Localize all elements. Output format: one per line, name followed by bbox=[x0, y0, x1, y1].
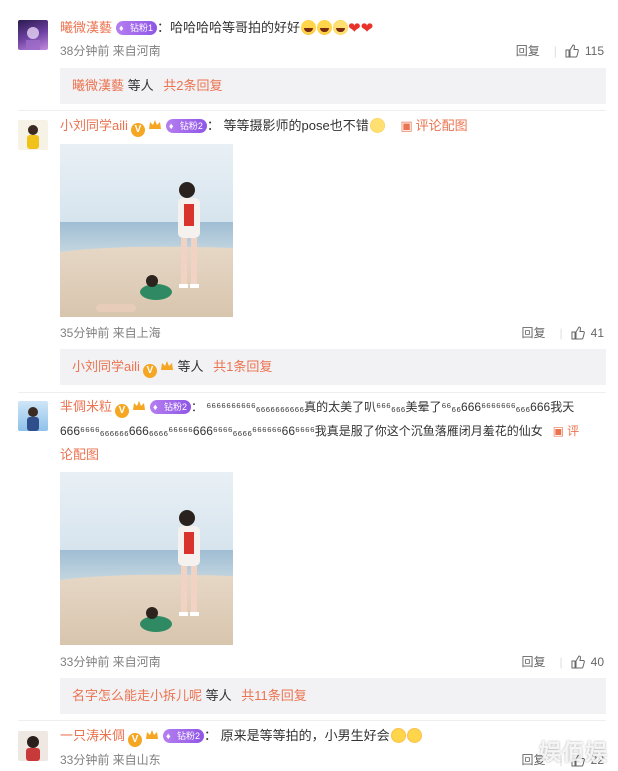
action-divider: | bbox=[553, 44, 557, 58]
like-icon[interactable] bbox=[571, 655, 585, 669]
heart-icon: ❤ bbox=[348, 20, 361, 37]
username-link[interactable]: 小刘同学aili bbox=[60, 118, 128, 133]
blush-emoji-icon bbox=[390, 728, 406, 743]
comment-photo[interactable] bbox=[60, 144, 233, 317]
sub-reply-user[interactable]: 小刘同学aili bbox=[72, 359, 140, 374]
sub-reply-more-link[interactable]: 共2条回复 bbox=[163, 78, 222, 93]
comment-image-link-continued[interactable]: 论配图 bbox=[60, 447, 99, 462]
comment-actions: 回复 | 41 bbox=[522, 324, 605, 341]
fan-badge[interactable]: 钻粉2 bbox=[150, 400, 192, 414]
comment-text-row: 曦微漢藝钻粉1：哈哈哈哈等哥拍的好好 ❤❤ bbox=[60, 19, 373, 38]
verified-v-icon: V bbox=[142, 364, 157, 378]
avatar-image bbox=[26, 736, 40, 761]
laugh-emoji-icon bbox=[301, 20, 317, 35]
comment-actions: 回复 | 115 bbox=[516, 42, 604, 59]
comment-image-link[interactable]: 评论配图 bbox=[416, 118, 468, 133]
beach-photo-image bbox=[60, 472, 233, 645]
comment-text: ： 等等摄影师的pose也不错 bbox=[206, 118, 369, 133]
avatar[interactable] bbox=[18, 20, 48, 50]
action-divider: | bbox=[559, 326, 563, 340]
heart-icon: ❤ bbox=[360, 20, 374, 37]
grin-emoji-icon bbox=[333, 20, 349, 35]
like-count: 115 bbox=[584, 44, 604, 58]
sub-reply-more-link[interactable]: 共1条回复 bbox=[213, 359, 272, 374]
divider bbox=[18, 110, 606, 111]
comment-image-link-row: 论配图 bbox=[60, 446, 99, 464]
comment-actions: 回复 | 40 bbox=[522, 653, 605, 670]
sub-reply-text: 等人 bbox=[202, 688, 236, 703]
sub-reply-box[interactable]: 曦微漢藝 等人 共2条回复 bbox=[60, 68, 606, 104]
reply-button[interactable]: 回复 bbox=[522, 655, 546, 669]
action-divider: | bbox=[559, 655, 563, 669]
comment-meta: 33分钟前 来自河南 bbox=[60, 655, 161, 669]
crown-icon bbox=[133, 401, 146, 410]
sub-reply-text: 等人 bbox=[124, 78, 158, 93]
reply-button[interactable]: 回复 bbox=[522, 326, 546, 340]
sub-reply-user[interactable]: 曦微漢藝 bbox=[72, 78, 124, 93]
crown-icon bbox=[160, 361, 173, 370]
like-icon[interactable] bbox=[571, 326, 585, 340]
verified-v-icon: V bbox=[130, 123, 145, 137]
sub-reply-user[interactable]: 名字怎么能走小拆儿呢 bbox=[72, 688, 202, 703]
picture-icon[interactable]: ▣ bbox=[400, 118, 412, 133]
avatar-image bbox=[27, 125, 39, 149]
avatar-image bbox=[27, 407, 39, 431]
crown-icon bbox=[148, 120, 161, 129]
comment-text-row: 一只涛米倜V 钻粉2： 原来是等等拍的，小男生好会 bbox=[60, 727, 422, 747]
sub-reply-text: 等人 bbox=[173, 359, 208, 374]
username-link[interactable]: 芈倜米粒 bbox=[60, 399, 112, 414]
verified-v-icon: V bbox=[115, 404, 130, 418]
username-link[interactable]: 曦微漢藝 bbox=[60, 20, 112, 35]
comment-text: ：哈哈哈哈等哥拍的好好 bbox=[157, 20, 301, 35]
comment-text: ： ⁶⁶⁶⁶⁶⁶⁶⁶⁶⁶₆₆₆₆₆₆₆₆₆₆真的太美了叭⁶⁶⁶₆₆₆美晕了⁶⁶₆… bbox=[191, 400, 575, 414]
sub-reply-more-link[interactable]: 共11条回复 bbox=[241, 688, 307, 703]
smug-emoji-icon bbox=[369, 118, 385, 133]
picture-icon[interactable]: ▣ bbox=[553, 424, 564, 438]
fan-badge[interactable]: 钻粉2 bbox=[163, 729, 205, 743]
laugh-emoji-icon bbox=[317, 20, 333, 35]
avatar-image bbox=[26, 27, 40, 50]
fan-badge[interactable]: 钻粉2 bbox=[165, 119, 207, 133]
comment-meta: 38分钟前 来自河南 bbox=[60, 44, 161, 58]
comment-meta: 33分钟前 来自山东 bbox=[60, 753, 161, 767]
fan-badge[interactable]: 钻粉1 bbox=[116, 21, 158, 35]
like-icon[interactable] bbox=[565, 44, 579, 58]
comment-meta: 35分钟前 来自上海 bbox=[60, 326, 161, 340]
blush-emoji-icon bbox=[406, 728, 422, 743]
username-link[interactable]: 一只涛米倜 bbox=[60, 728, 125, 743]
watermark: 娱佰娱 bbox=[538, 740, 608, 765]
verified-v-icon: V bbox=[128, 733, 143, 747]
sub-reply-box[interactable]: 名字怎么能走小拆儿呢 等人 共11条回复 bbox=[60, 678, 606, 714]
avatar[interactable] bbox=[18, 120, 48, 150]
comment-text-row-2: 666⁶⁶⁶⁶₆₆₆₆₆₆666₆₆₆₆⁶⁶⁶⁶⁶666⁶⁶⁶⁶₆₆₆₆⁶⁶⁶⁶… bbox=[60, 422, 579, 440]
beach-photo-image bbox=[60, 144, 233, 317]
comment-text-row: 小刘同学ailiV 钻粉2： 等等摄影师的pose也不错 ▣ 评论配图 bbox=[60, 117, 468, 137]
like-count: 41 bbox=[590, 326, 604, 340]
avatar[interactable] bbox=[18, 731, 48, 761]
like-count: 40 bbox=[590, 655, 604, 669]
comment-text-row: 芈倜米粒V 钻粉2： ⁶⁶⁶⁶⁶⁶⁶⁶⁶⁶₆₆₆₆₆₆₆₆₆₆真的太美了叭⁶⁶⁶₆… bbox=[60, 398, 574, 418]
avatar[interactable] bbox=[18, 401, 48, 431]
divider bbox=[18, 392, 606, 393]
comment-text-continued: 666⁶⁶⁶⁶₆₆₆₆₆₆666₆₆₆₆⁶⁶⁶⁶⁶666⁶⁶⁶⁶₆₆₆₆⁶⁶⁶⁶… bbox=[60, 424, 543, 438]
comment-1: 曦微漢藝钻粉1：哈哈哈哈等哥拍的好好❤❤ 38分钟前 来自河南 回复|115 曦… bbox=[0, 0, 618, 105]
divider bbox=[18, 720, 606, 721]
comment-photo[interactable] bbox=[60, 472, 233, 645]
sub-reply-box[interactable]: 小刘同学aili V 等人 共1条回复 bbox=[60, 349, 606, 385]
crown-icon bbox=[146, 730, 159, 739]
comment-image-link[interactable]: 评 bbox=[567, 424, 579, 438]
comment-text: ： 原来是等等拍的，小男生好会 bbox=[204, 728, 390, 743]
reply-button[interactable]: 回复 bbox=[516, 44, 540, 58]
